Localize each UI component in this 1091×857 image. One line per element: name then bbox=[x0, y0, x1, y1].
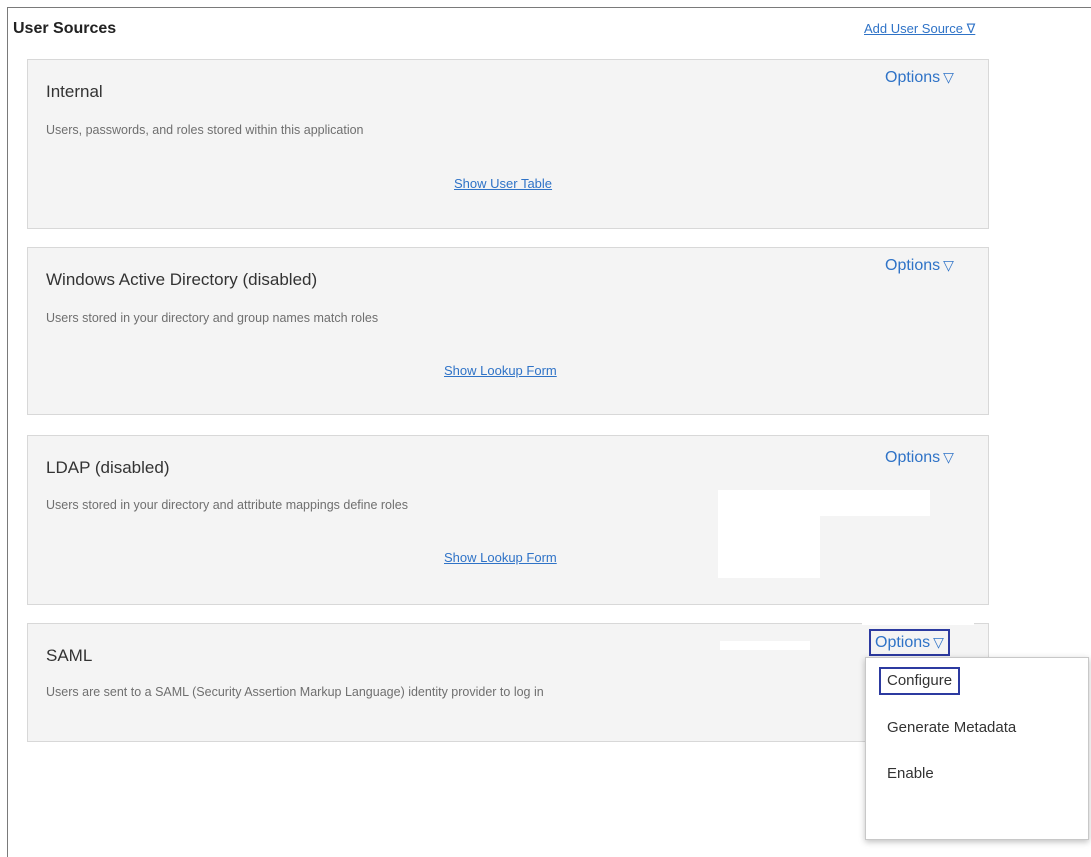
source-name: Windows Active Directory (disabled) bbox=[46, 270, 318, 289]
user-source-card-internal: Internal Users, passwords, and roles sto… bbox=[27, 59, 989, 229]
options-label: Options bbox=[885, 69, 941, 86]
chevron-down-icon: ▽ bbox=[943, 69, 954, 85]
options-button[interactable]: Options ▽ bbox=[885, 69, 954, 87]
user-source-card-ldap: LDAP (disabled) Users stored in your dir… bbox=[27, 435, 989, 605]
options-button[interactable]: Options ▽ bbox=[869, 629, 950, 656]
source-description: Users stored in your directory and attri… bbox=[46, 498, 408, 512]
redaction-block bbox=[862, 611, 974, 625]
user-source-card-saml: SAML Users are sent to a SAML (Security … bbox=[27, 611, 989, 742]
source-name: LDAP (disabled) bbox=[46, 458, 170, 477]
menu-item-configure[interactable]: Configure bbox=[878, 667, 961, 695]
source-name: SAML bbox=[46, 646, 93, 665]
redaction-block bbox=[720, 641, 810, 650]
source-description: Users, passwords, and roles stored withi… bbox=[46, 123, 364, 137]
options-button[interactable]: Options ▽ bbox=[885, 449, 954, 467]
show-lookup-form-link[interactable]: Show Lookup Form bbox=[444, 550, 557, 565]
options-button[interactable]: Options ▽ bbox=[885, 257, 954, 275]
redaction-block bbox=[973, 765, 1065, 796]
chevron-down-icon: ▽ bbox=[943, 257, 954, 273]
options-label: Options bbox=[885, 257, 941, 274]
source-name: Internal bbox=[46, 82, 103, 101]
options-label: Options bbox=[875, 634, 931, 651]
chevron-down-icon: ▽ bbox=[933, 634, 944, 650]
chevron-down-icon: ▽ bbox=[943, 449, 954, 465]
menu-item-generate-metadata[interactable]: Generate Metadata bbox=[887, 719, 1016, 736]
source-description: Users stored in your directory and group… bbox=[46, 311, 379, 325]
show-lookup-form-link[interactable]: Show Lookup Form bbox=[444, 363, 557, 378]
add-user-source-link[interactable]: Add User Source ∇ bbox=[864, 21, 975, 37]
user-source-card-active-directory: Windows Active Directory (disabled) User… bbox=[27, 247, 989, 415]
options-label: Options bbox=[885, 449, 941, 466]
menu-item-enable[interactable]: Enable bbox=[887, 765, 934, 782]
source-description: Users are sent to a SAML (Security Asser… bbox=[46, 685, 544, 699]
page-title: User Sources bbox=[13, 20, 117, 37]
show-user-table-link[interactable]: Show User Table bbox=[454, 176, 552, 191]
redaction-block bbox=[718, 490, 820, 578]
options-dropdown-menu: Configure Generate Metadata Enable bbox=[865, 657, 1089, 840]
